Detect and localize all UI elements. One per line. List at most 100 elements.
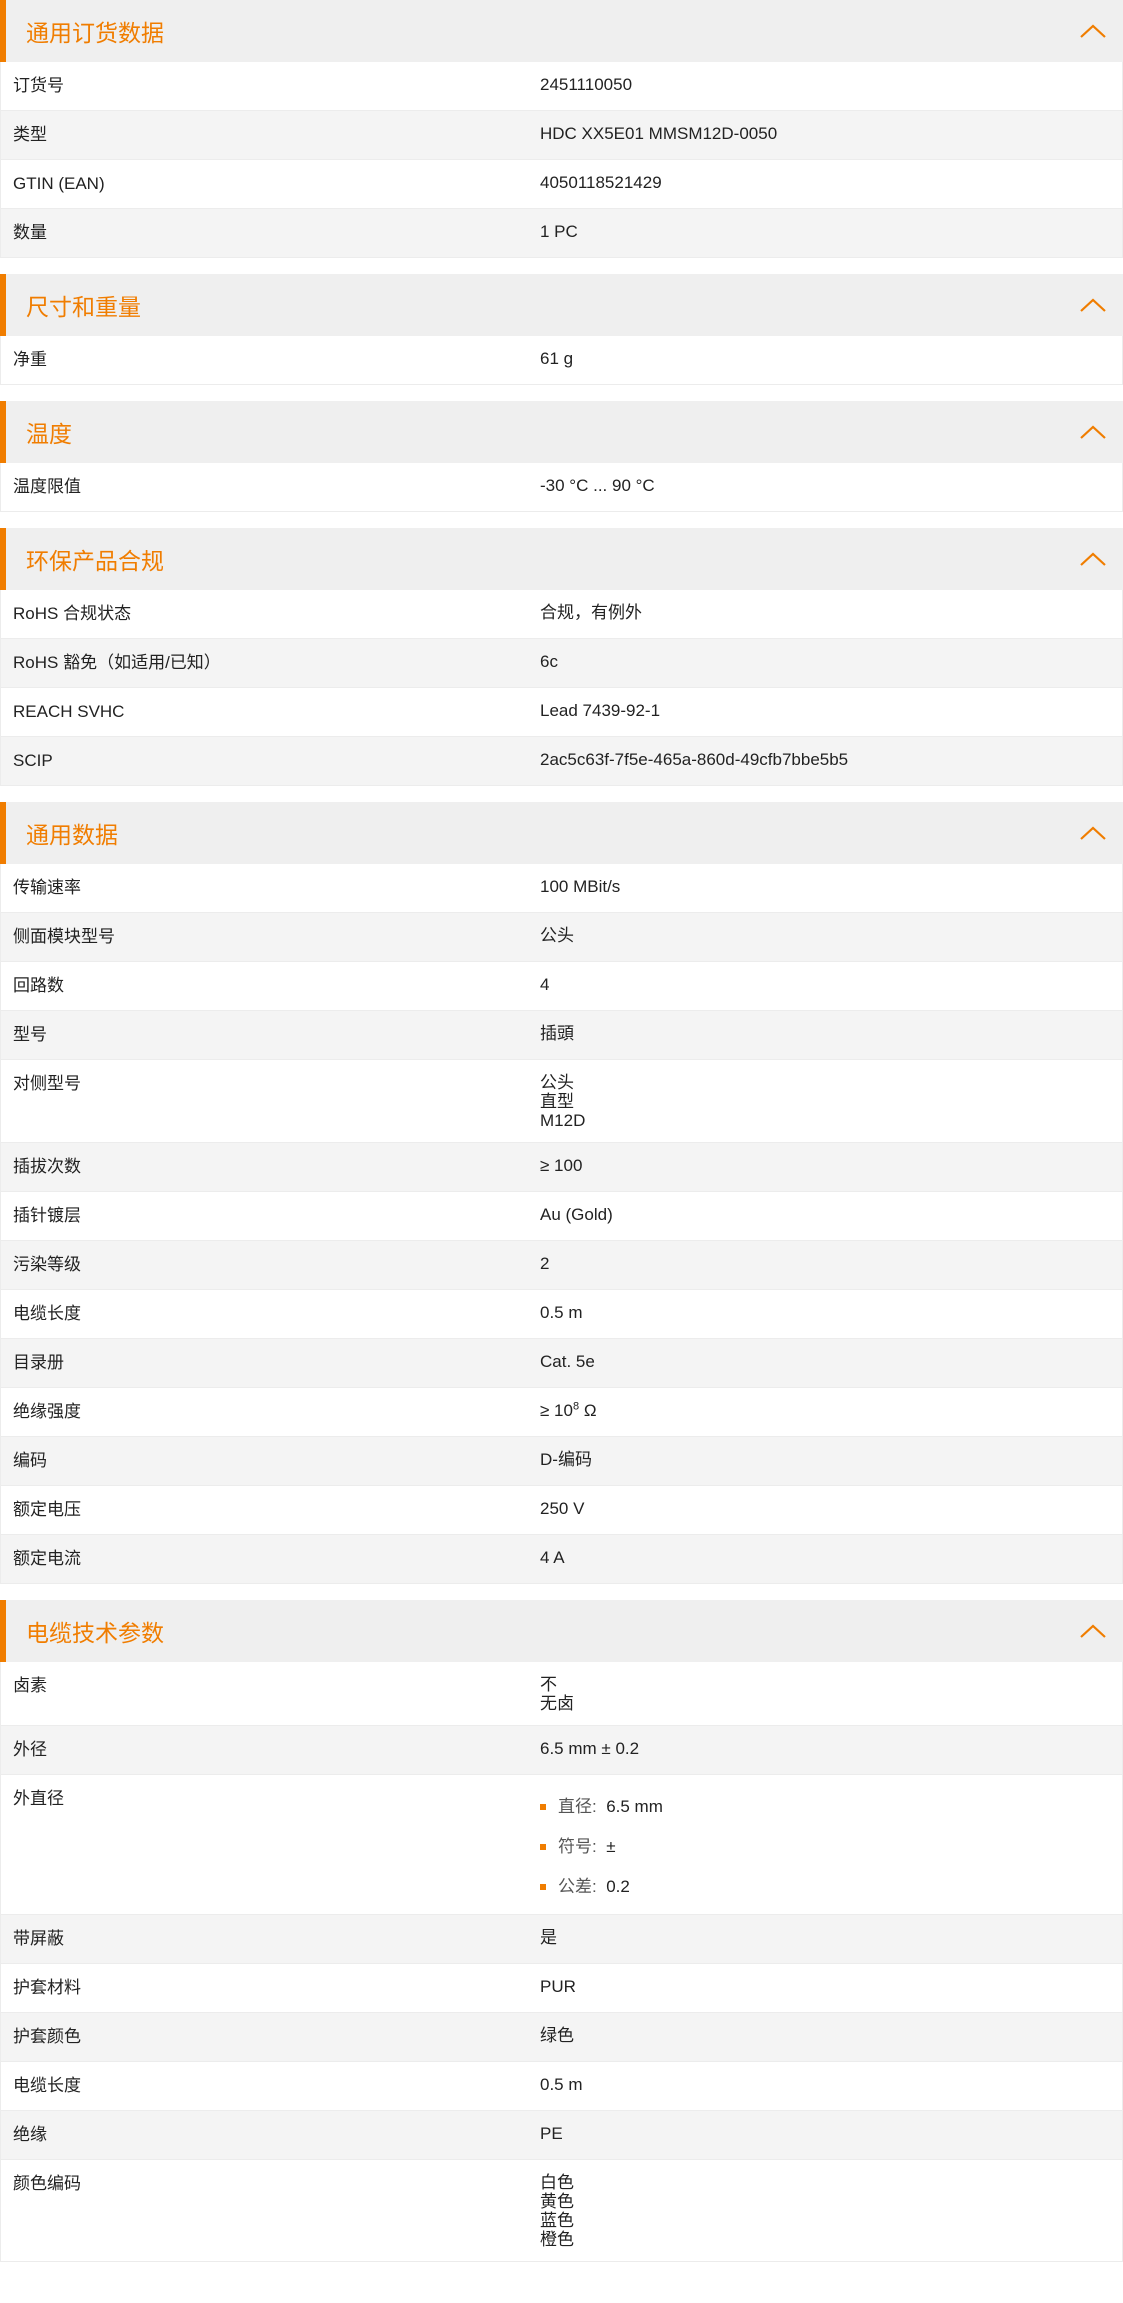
spec-value-line: 蓝色 [540,2211,574,2230]
spec-value-text: Au (Gold) [540,1205,613,1224]
spec-value: -30 °C ... 90 °C [540,463,1122,507]
spec-value-text: 4 A [540,1548,565,1567]
spec-label: 绝缘 [13,2125,47,2144]
spec-value-line: 无卤 [540,1694,574,1713]
section-header[interactable]: 环保产品合规 [0,528,1123,590]
spec-bullet-item: 符号: ± [540,1836,1110,1858]
spec-value: 4050118521429 [540,160,1122,204]
spec-value: ≥ 108 Ω [540,1388,1122,1432]
spec-value: 4 A [540,1535,1122,1579]
spec-value: 合规，有例外 [540,590,1122,634]
section-header[interactable]: 电缆技术参数 [0,1600,1123,1662]
section-header[interactable]: 尺寸和重量 [0,274,1123,336]
spec-section: 尺寸和重量净重 61 g [0,274,1123,385]
chevron-up-icon[interactable] [1075,544,1111,574]
spec-label: 传输速率 [13,878,81,897]
section-header[interactable]: 通用数据 [0,802,1123,864]
spec-section: 温度温度限值 -30 °C ... 90 °C [0,401,1123,512]
spec-value-text: 2451110050 [540,75,633,94]
spec-label: 对侧型号 [13,1074,81,1093]
spec-value-text: PE [540,2124,563,2143]
section-header[interactable]: 通用订货数据 [0,0,1123,62]
spec-value: 白色 黄色 蓝色 橙色 [540,2160,1122,2261]
spec-value-text: 2ac5c63f-7f5e-465a-860d-49cfb7bbe5b5 [540,750,849,769]
spec-section: 电缆技术参数 卤素 不无卤 外径 6.5 mm ± 0.2 外直径 直径: 6.5 mm 符号… [0,1600,1123,2262]
spec-value: 2ac5c63f-7f5e-465a-860d-49cfb7bbe5b5 [540,737,1122,781]
spec-row: GTIN (EAN) 4050118521429 [0,160,1123,209]
section-title: 温度 [26,421,72,447]
section-title: 通用订货数据 [26,20,164,46]
spec-row: RoHS 合规状态 合规，有例外 [0,590,1123,639]
bullet-key: 直径: [558,1797,597,1816]
chevron-up-icon[interactable] [1075,417,1111,447]
spec-value: 直径: 6.5 mm 符号: ± 公差: 0.2 [540,1775,1122,1914]
spec-label: 回路数 [13,976,64,995]
spec-row: 插针镀层 Au (Gold) [0,1192,1123,1241]
spec-value: 2 [540,1241,1122,1285]
spec-value-text: 0.5 m [540,1303,583,1322]
spec-value-line: 公头 [540,1073,574,1092]
spec-row: REACH SVHC Lead 7439-92-1 [0,688,1123,737]
spec-value-text: 1 PC [540,222,578,241]
spec-label: REACH SVHC [13,702,125,721]
spec-row: 额定电压 250 V [0,1486,1123,1535]
spec-value: 0.5 m [540,2062,1122,2106]
spec-row: 传输速率 100 MBit/s [0,864,1123,913]
spec-value-text: D-编码 [540,1450,592,1469]
spec-row: 污染等级 2 [0,1241,1123,1290]
spec-label: 护套材料 [13,1978,81,1997]
spec-value: HDC XX5E01 MMSM12D-0050 [540,111,1122,155]
spec-row: RoHS 豁免（如适用/已知） 6c [0,639,1123,688]
spec-value-text: HDC XX5E01 MMSM12D-0050 [540,124,778,143]
section-title: 尺寸和重量 [26,294,141,320]
spec-value-text: 4050118521429 [540,173,662,192]
spec-row: 额定电流 4 A [0,1535,1123,1584]
spec-label: 温度限值 [13,477,81,496]
spec-value-prefix: ≥ 10 [540,1401,573,1420]
spec-row: 回路数 4 [0,962,1123,1011]
spec-row: 订货号 2451110050 [0,62,1123,111]
spec-section: 通用数据 传输速率 100 MBit/s 侧面模块型号 公头 回路数 4 型号 插頭 对侧型号 公头… [0,802,1123,1584]
spec-row: 型号 插頭 [0,1011,1123,1060]
spec-value: Lead 7439-92-1 [540,688,1122,732]
spec-label: 电缆长度 [13,1304,81,1323]
spec-value: 100 MBit/s [540,864,1122,908]
spec-value-text: Cat. 5e [540,1352,595,1371]
chevron-up-icon[interactable] [1075,290,1111,320]
section-header[interactable]: 温度 [0,401,1123,463]
bullet-value: 0.2 [606,1877,630,1896]
spec-value: 6.5 mm ± 0.2 [540,1726,1122,1770]
spec-row: 护套颜色 绿色 [0,2013,1123,2062]
spec-row: 电缆长度 0.5 m [0,1290,1123,1339]
chevron-up-icon[interactable] [1075,818,1111,848]
spec-label: 净重 [13,350,47,369]
spec-row: 颜色编码 白色 黄色 蓝色 橙色 [0,2160,1123,2262]
spec-label: 绝缘强度 [13,1402,81,1421]
chevron-up-icon[interactable] [1075,1616,1111,1646]
spec-value-text: 6c [540,652,558,671]
spec-label: 电缆长度 [13,2076,81,2095]
spec-label: SCIP [13,751,53,770]
section-title: 环保产品合规 [26,548,164,574]
spec-row: 带屏蔽 是 [0,1915,1123,1964]
spec-label: 颜色编码 [13,2174,81,2193]
spec-label: 侧面模块型号 [13,927,115,946]
spec-value: 6c [540,639,1122,683]
spec-value-line: 橙色 [540,2230,574,2249]
spec-row: 温度限值 -30 °C ... 90 °C [0,463,1123,512]
spec-label: 目录册 [13,1353,64,1372]
spec-value-text: 6.5 mm ± 0.2 [540,1739,640,1758]
spec-value: 250 V [540,1486,1122,1530]
spec-label: RoHS 合规状态 [13,604,132,623]
spec-value-text: -30 °C ... 90 °C [540,476,655,495]
spec-value: PUR [540,1964,1122,2008]
spec-label: 卤素 [13,1676,47,1695]
spec-value: 61 g [540,336,1122,380]
spec-label: GTIN (EAN) [13,174,105,193]
square-bullet-icon [540,1804,546,1810]
spec-value-text: 61 g [540,349,574,368]
spec-value: 0.5 m [540,1290,1122,1334]
spec-value: 公头 [540,913,1122,957]
chevron-up-icon[interactable] [1075,16,1111,46]
spec-label: 类型 [13,125,47,144]
